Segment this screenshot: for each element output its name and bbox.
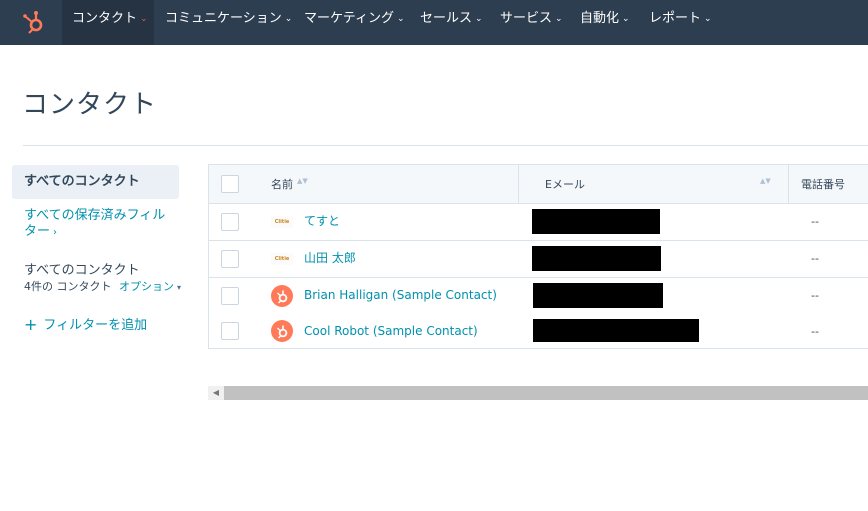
sprocket-icon [277,325,288,339]
row-checkbox[interactable] [221,322,239,340]
saved-filters-link[interactable]: すべての保存済みフィルター › [24,208,174,241]
table-header: 名前 ▲▼ Eメール ▲▼ 電話番号 [209,165,868,204]
chevron-down-icon: ⌄ [396,14,405,24]
column-phone-label: 電話番号 [801,178,845,191]
add-filter-label: フィルターを追加 [43,318,148,333]
table-row[interactable]: Brian Halligan (Sample Contact) -- [209,278,868,315]
redacted-email [533,319,699,342]
contact-avatar: Clitie [271,216,293,228]
column-divider [518,165,519,204]
contact-name-link[interactable]: てすと [304,204,340,240]
sort-icon[interactable]: ▲▼ [297,178,308,185]
sidebar-all-contacts-tab[interactable]: すべてのコンタクト [12,165,179,199]
scroll-left-arrow-icon[interactable]: ◀ [208,386,224,400]
chevron-down-icon: ⌄ [622,14,630,24]
hubspot-avatar-icon [271,320,293,342]
hubspot-logo-icon[interactable] [20,8,48,36]
table-row[interactable]: Clitie 山田 太郎 -- [209,241,868,278]
column-email-label: Eメール [545,178,585,191]
scrollbar-thumb[interactable] [224,386,868,400]
nav-automation-label: 自動化 [580,11,620,26]
nav-contacts[interactable]: コンタクト ⌄ [62,0,154,45]
table-row[interactable]: Cool Robot (Sample Contact) -- [209,314,868,349]
nav-communication-label: コミュニケーション [165,11,282,26]
nav-sales[interactable]: セールス ⌄ [410,0,483,45]
nav-communication[interactable]: コミュニケーション ⌄ [155,0,292,45]
column-header-phone[interactable]: 電話番号 [801,165,845,204]
column-header-email[interactable]: Eメール [545,165,585,204]
nav-marketing-label: マーケティング [304,11,394,26]
hubspot-avatar-icon [271,285,293,307]
nav-automation[interactable]: 自動化 ⌄ [570,0,632,45]
nav-contacts-label: コンタクト [72,11,138,26]
column-divider [788,165,789,204]
chevron-down-icon: ⌄ [475,14,483,24]
contact-phone: -- [811,289,819,302]
contact-avatar: Clitie [271,253,293,265]
contact-phone: -- [811,325,819,338]
current-view-title: すべてのコンタクト [24,263,140,278]
chevron-down-icon: ⌄ [140,14,148,24]
redacted-email [532,246,661,271]
table-row[interactable]: Clitie てすと -- [209,204,868,241]
row-checkbox[interactable] [221,287,239,305]
caret-down-icon: ▾ [177,283,182,292]
redacted-email [533,283,663,308]
contact-name-link[interactable]: Cool Robot (Sample Contact) [304,314,478,350]
current-view-meta: 4件の コンタクト オプション ▾ [24,278,181,294]
row-checkbox[interactable] [221,250,239,268]
row-checkbox[interactable] [221,213,239,231]
page-title: コンタクト [22,90,158,120]
contact-count: 4件の コンタクト [24,280,112,293]
contact-name-link[interactable]: 山田 太郎 [304,241,356,277]
nav-service-label: サービス [500,11,553,26]
nav-marketing[interactable]: マーケティング ⌄ [294,0,405,45]
saved-filters-label: すべての保存済みフィルター [24,208,166,239]
nav-sales-label: セールス [420,11,473,26]
plus-icon: + [24,315,38,334]
horizontal-scrollbar[interactable]: ◀ [208,386,868,400]
nav-reports-label: レポート [649,11,702,26]
redacted-email [532,209,660,234]
view-options-button[interactable]: オプション ▾ [119,280,181,293]
top-navigation-bar: コンタクト ⌄ コミュニケーション ⌄ マーケティング ⌄ セールス ⌄ サービス ⌄ 自… [0,0,868,45]
contacts-table: 名前 ▲▼ Eメール ▲▼ 電話番号 Clitie てすと -- Clitie … [208,164,868,349]
add-filter-button[interactable]: + フィルターを追加 [24,314,147,334]
column-name-label: 名前 [271,178,293,191]
nav-service[interactable]: サービス ⌄ [490,0,563,45]
chevron-down-icon: ⌄ [704,14,712,24]
column-header-name[interactable]: 名前 [271,165,293,204]
sort-icon[interactable]: ▲▼ [760,178,771,185]
chevron-down-icon: ⌄ [555,14,563,24]
sprocket-icon [277,290,288,304]
chevron-down-icon: ⌄ [284,14,293,24]
chevron-right-icon: › [53,227,58,238]
view-options-label: オプション [119,280,174,293]
contact-phone: -- [811,215,819,228]
nav-reports[interactable]: レポート ⌄ [639,0,713,45]
title-divider [23,145,868,146]
contact-name-link[interactable]: Brian Halligan (Sample Contact) [304,278,497,314]
select-all-checkbox[interactable] [221,175,239,193]
contact-phone: -- [811,252,819,265]
